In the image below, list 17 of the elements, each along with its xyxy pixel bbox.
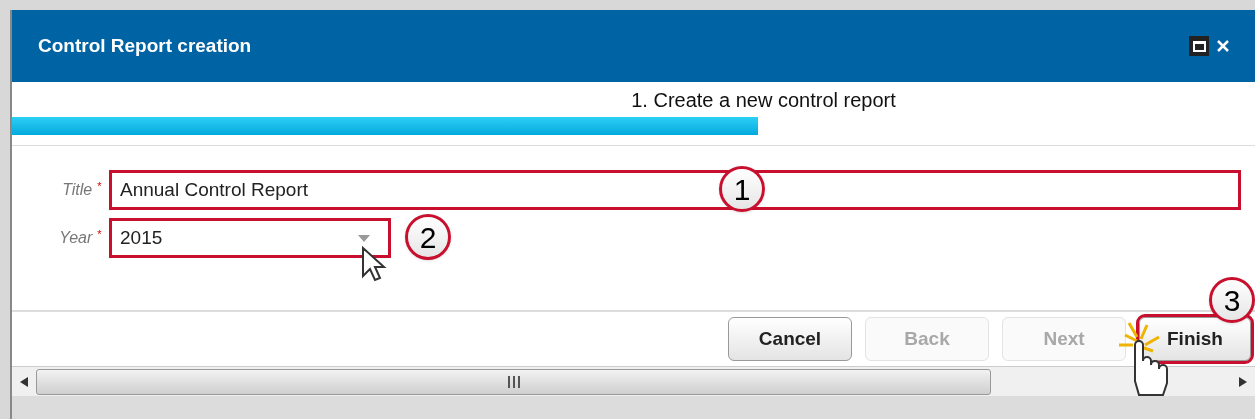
step-title: 1. Create a new control report bbox=[631, 87, 896, 113]
callout-number: 2 bbox=[405, 214, 451, 260]
close-icon[interactable] bbox=[1217, 40, 1229, 52]
maximize-icon[interactable] bbox=[1189, 36, 1209, 56]
scroll-left-icon[interactable] bbox=[20, 376, 28, 387]
field-label: Title * bbox=[61, 179, 103, 200]
dialog-button[interactable]: Cancel bbox=[728, 317, 852, 361]
grip-icon bbox=[506, 375, 521, 388]
scrollbar-thumb[interactable] bbox=[36, 368, 991, 395]
field-label: Year * bbox=[58, 227, 103, 248]
callout-number: 3 bbox=[1209, 277, 1255, 323]
scroll-right-icon[interactable] bbox=[1239, 376, 1247, 387]
mouse-pointer-icon bbox=[361, 246, 387, 282]
year-select[interactable]: 2015 bbox=[109, 218, 391, 258]
window-title: Control Report creation bbox=[38, 33, 253, 58]
dialog-button[interactable]: Finish bbox=[1139, 317, 1251, 361]
dropdown-caret-icon bbox=[358, 234, 370, 242]
